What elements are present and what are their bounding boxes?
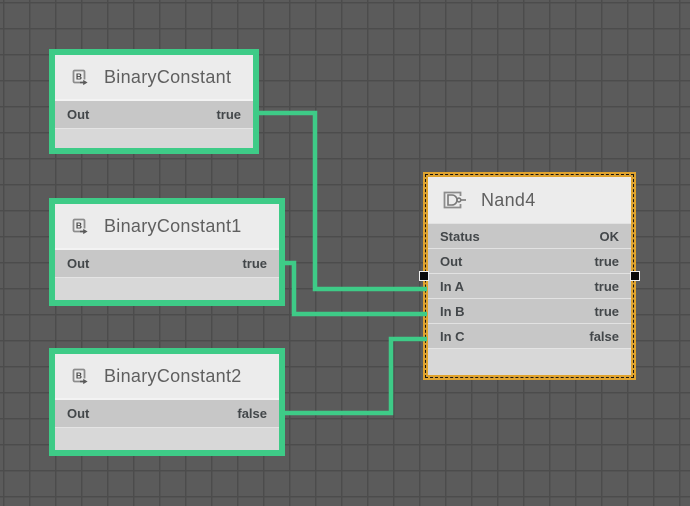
node-footer xyxy=(55,427,279,450)
nand-gate-icon xyxy=(441,189,467,211)
binary-constant-icon: B xyxy=(68,365,90,387)
port-row-in-c[interactable]: In C false xyxy=(428,323,631,348)
port-value: true xyxy=(594,304,631,319)
node-header[interactable]: B BinaryConstant1 xyxy=(55,204,279,248)
port-value: false xyxy=(237,406,279,421)
port-label: In B xyxy=(428,304,465,319)
port-value: OK xyxy=(600,229,632,244)
svg-text:B: B xyxy=(76,221,82,231)
port-row-out[interactable]: Out true xyxy=(55,99,253,128)
port-row-in-a[interactable]: In A true xyxy=(428,273,631,298)
port-label: Out xyxy=(55,256,89,271)
port-value: true xyxy=(594,254,631,269)
node-footer xyxy=(55,128,253,148)
port-label: In A xyxy=(428,279,464,294)
port-row-out[interactable]: Out true xyxy=(55,248,279,277)
node-header[interactable]: B BinaryConstant2 xyxy=(55,354,279,398)
port-value: false xyxy=(589,329,631,344)
wire-BinaryConstant2.Out-to-Nand4.In C[interactable] xyxy=(282,339,427,413)
binary-constant-icon: B xyxy=(68,66,90,88)
svg-text:B: B xyxy=(76,371,82,381)
node-title: BinaryConstant1 xyxy=(104,216,242,237)
node-header[interactable]: B BinaryConstant xyxy=(55,55,253,99)
node-title: Nand4 xyxy=(481,190,536,211)
resize-handle-left[interactable] xyxy=(419,271,429,281)
port-value: true xyxy=(242,256,279,271)
port-label: In C xyxy=(428,329,465,344)
port-row-out[interactable]: Out true xyxy=(428,248,631,273)
port-row-out[interactable]: Out false xyxy=(55,398,279,427)
node-binaryconstant1[interactable]: B BinaryConstant1 Out true xyxy=(49,198,285,306)
node-editor-canvas[interactable]: B BinaryConstant Out true B BinaryConsta… xyxy=(0,0,690,506)
port-value: true xyxy=(594,279,631,294)
node-header[interactable]: Nand4 xyxy=(428,177,631,223)
port-label: Out xyxy=(55,107,89,122)
port-row-in-b[interactable]: In B true xyxy=(428,298,631,323)
port-label: Out xyxy=(55,406,89,421)
port-label: Status xyxy=(428,229,480,244)
port-row-status[interactable]: Status OK xyxy=(428,223,631,248)
node-binaryconstant2[interactable]: B BinaryConstant2 Out false xyxy=(49,348,285,456)
resize-handle-right[interactable] xyxy=(630,271,640,281)
node-title: BinaryConstant xyxy=(104,67,231,88)
wire-BinaryConstant1.Out-to-Nand4.In B[interactable] xyxy=(282,263,427,314)
node-title: BinaryConstant2 xyxy=(104,366,242,387)
binary-constant-icon: B xyxy=(68,215,90,237)
node-binaryconstant[interactable]: B BinaryConstant Out true xyxy=(49,49,259,154)
port-value: true xyxy=(216,107,253,122)
svg-text:B: B xyxy=(76,72,82,82)
port-label: Out xyxy=(428,254,462,269)
node-footer xyxy=(55,277,279,300)
node-nand4[interactable]: Nand4 Status OK Out true In A true In B … xyxy=(423,172,636,380)
node-footer xyxy=(428,348,631,375)
